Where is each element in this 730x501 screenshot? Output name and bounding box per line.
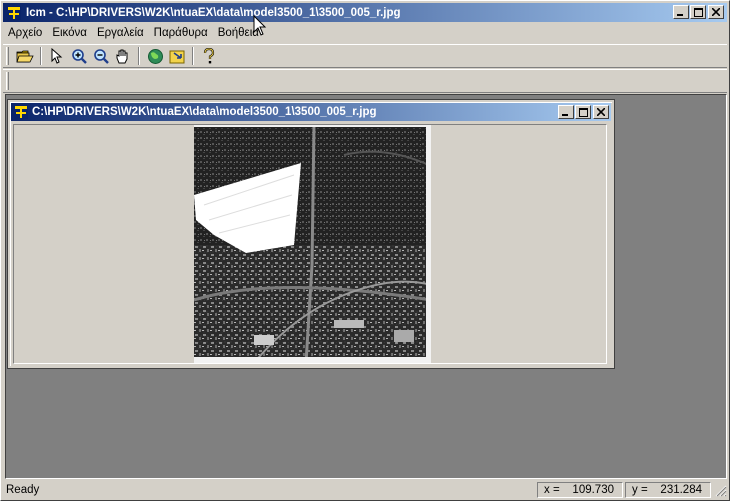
help-button[interactable] [198, 46, 220, 66]
globe-button[interactable] [144, 46, 166, 66]
child-minimize-button[interactable] [558, 105, 574, 119]
menu-bar: Αρχείο Εικόνα Εργαλεία Παράθυρα Βοήθεια [3, 23, 264, 43]
globe-icon [147, 48, 163, 64]
mouse-cursor-icon [253, 15, 267, 36]
child-close-button[interactable] [593, 105, 609, 119]
zoom-in-button[interactable] [68, 46, 90, 66]
resize-grip-icon[interactable] [713, 483, 727, 497]
zoom-in-icon [71, 48, 87, 64]
menu-tools[interactable]: Εργαλεία [92, 24, 149, 42]
help-icon [203, 47, 215, 63]
toolbar-separator [40, 47, 42, 65]
x-label: x = [544, 484, 560, 496]
pan-button[interactable] [112, 46, 134, 66]
toolbar-grip[interactable] [6, 47, 9, 65]
mdi-workspace[interactable]: C:\HP\DRIVERS\W2K\ntuaEX\data\model3500_… [5, 94, 727, 479]
status-text: Ready [6, 484, 40, 496]
title-bar[interactable]: Icm - C:\HP\DRIVERS\W2K\ntuaEX\data\mode… [3, 3, 727, 22]
window-title: Icm - C:\HP\DRIVERS\W2K\ntuaEX\data\mode… [26, 6, 401, 19]
open-button[interactable] [14, 46, 36, 66]
toolbar-separator [192, 47, 194, 65]
y-value: 231.284 [660, 484, 702, 496]
maximize-button[interactable] [690, 5, 706, 19]
select-button[interactable] [46, 46, 68, 66]
child-title-bar[interactable]: C:\HP\DRIVERS\W2K\ntuaEX\data\model3500_… [11, 103, 611, 121]
aerial-photo[interactable] [194, 125, 431, 363]
aerial-photo-image [194, 125, 431, 363]
image-view-area[interactable] [13, 124, 607, 364]
export-icon [169, 50, 184, 63]
close-icon [597, 108, 605, 116]
child-maximize-button[interactable] [575, 105, 591, 119]
zoom-out-icon [93, 48, 109, 64]
toolbar-separator [138, 47, 140, 65]
toolbar-grip[interactable] [6, 72, 9, 90]
document-icon [14, 105, 28, 119]
application-window: Icm - C:\HP\DRIVERS\W2K\ntuaEX\data\mode… [0, 0, 730, 501]
minimize-icon [562, 113, 568, 116]
child-window-title: C:\HP\DRIVERS\W2K\ntuaEX\data\model3500_… [32, 106, 377, 118]
main-toolbar [3, 44, 727, 68]
pointer-arrow-icon [51, 48, 63, 64]
y-coordinate-pane: y = 231.284 [625, 482, 711, 498]
menu-image[interactable]: Εικόνα [47, 24, 92, 42]
close-button[interactable] [708, 5, 724, 19]
pan-hand-icon [116, 49, 128, 63]
x-coordinate-pane: x = 109.730 [537, 482, 623, 498]
x-value: 109.730 [572, 484, 614, 496]
zoom-out-button[interactable] [90, 46, 112, 66]
minimize-button[interactable] [673, 5, 689, 19]
menu-file[interactable]: Αρχείο [3, 24, 47, 42]
menu-windows[interactable]: Παράθυρα [149, 24, 213, 42]
export-button[interactable] [166, 46, 188, 66]
close-icon [712, 8, 720, 16]
maximize-icon [578, 107, 588, 117]
y-label: y = [632, 484, 648, 496]
image-document-window[interactable]: C:\HP\DRIVERS\W2K\ntuaEX\data\model3500_… [7, 99, 615, 369]
status-bar: Ready x = 109.730 y = 231.284 [3, 481, 727, 499]
minimize-icon [677, 13, 683, 16]
maximize-icon [693, 7, 703, 17]
app-icon [7, 5, 21, 20]
secondary-toolbar [3, 69, 727, 93]
open-folder-icon [16, 50, 34, 63]
